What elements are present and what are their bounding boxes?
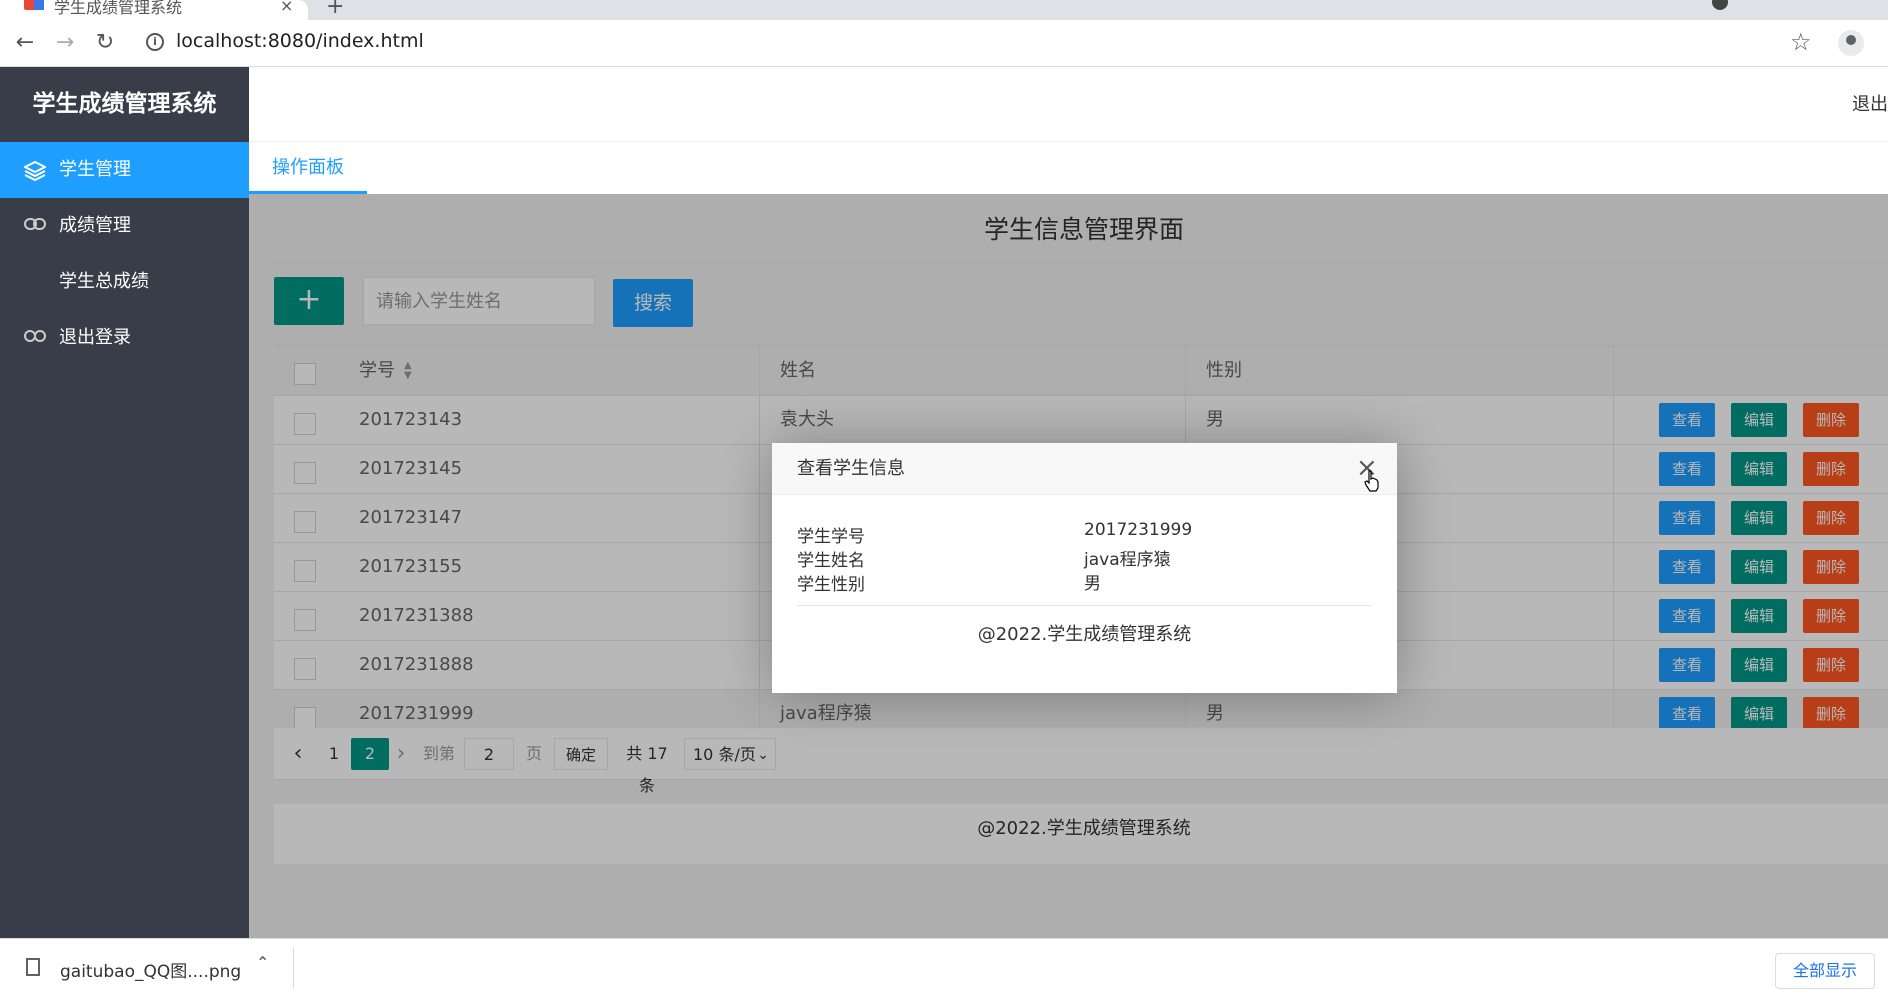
browser-toolbar: ← → ↻ i localhost:8080/index.html ☆ bbox=[0, 20, 1888, 67]
sidebar: 学生成绩管理系统 学生管理 成绩管理 学生总成绩 退出登录 bbox=[0, 67, 249, 938]
site-info-icon[interactable]: i bbox=[146, 33, 164, 51]
field-value-name: java程序猿 bbox=[1084, 550, 1171, 570]
download-shelf: gaitubao_QQ图....png ⌃ 全部显示 bbox=[0, 938, 1888, 996]
reload-icon[interactable]: ↻ bbox=[90, 28, 120, 58]
sidebar-item-label: 学生管理 bbox=[59, 159, 131, 180]
field-value-id: 2017231999 bbox=[1084, 520, 1193, 540]
back-arrow-icon[interactable]: ← bbox=[10, 28, 40, 58]
browser-tabstrip: 学生成绩管理系统 × + bbox=[0, 0, 1888, 20]
field-label-gender: 学生性别 bbox=[797, 575, 865, 595]
modal-footer: @2022.学生成绩管理系统 bbox=[977, 624, 1192, 645]
sidebar-item-label: 成绩管理 bbox=[59, 215, 131, 236]
download-filename[interactable]: gaitubao_QQ图....png bbox=[60, 957, 241, 982]
sidebar-item-score-management[interactable]: 成绩管理 bbox=[0, 198, 249, 254]
file-icon bbox=[26, 958, 40, 976]
bookmark-star-icon[interactable]: ☆ bbox=[1790, 28, 1812, 56]
sidebar-item-total-scores[interactable]: 学生总成绩 bbox=[0, 254, 249, 310]
field-label-name: 学生姓名 bbox=[797, 551, 865, 571]
forward-arrow-icon[interactable]: → bbox=[50, 28, 80, 58]
app-logo: 学生成绩管理系统 bbox=[32, 91, 217, 117]
tab-bar: 操作面板 bbox=[249, 142, 1888, 194]
sidebar-item-student-management[interactable]: 学生管理 bbox=[0, 142, 249, 198]
address-bar[interactable]: localhost:8080/index.html bbox=[176, 30, 424, 52]
browser-tab[interactable]: 学生成绩管理系统 × bbox=[0, 0, 308, 20]
layers-icon bbox=[22, 160, 48, 182]
logout-icon bbox=[24, 329, 46, 347]
divider bbox=[293, 947, 294, 989]
modal-title: 查看学生信息 bbox=[797, 458, 905, 479]
hand-cursor-icon bbox=[1364, 470, 1379, 492]
chevron-up-icon[interactable]: ⌃ bbox=[256, 953, 269, 972]
logout-link[interactable]: 退出 bbox=[1852, 67, 1888, 142]
sidebar-item-label: 退出登录 bbox=[59, 327, 131, 348]
view-student-modal: 查看学生信息 × 学生学号 2017231999 学生姓名 java程序猿 学生… bbox=[772, 443, 1397, 693]
tab-close-icon[interactable]: × bbox=[280, 0, 293, 15]
modal-header: 查看学生信息 × bbox=[772, 443, 1397, 495]
favicon-icon bbox=[24, 0, 44, 10]
tab-title: 学生成绩管理系统 bbox=[54, 0, 183, 17]
divider bbox=[797, 605, 1372, 606]
link-icon bbox=[24, 217, 46, 235]
new-tab-button[interactable]: + bbox=[326, 0, 344, 19]
field-label-id: 学生学号 bbox=[797, 527, 865, 547]
profile-avatar-icon[interactable] bbox=[1838, 30, 1864, 56]
tab-operation-panel[interactable]: 操作面板 bbox=[249, 142, 367, 194]
browser-menu-icon[interactable] bbox=[1712, 0, 1728, 10]
top-header: 退出 bbox=[249, 67, 1888, 142]
field-value-gender: 男 bbox=[1084, 574, 1101, 594]
show-all-button[interactable]: 全部显示 bbox=[1775, 953, 1875, 989]
sidebar-item-label: 学生总成绩 bbox=[59, 271, 149, 292]
sidebar-item-logout[interactable]: 退出登录 bbox=[0, 310, 249, 366]
